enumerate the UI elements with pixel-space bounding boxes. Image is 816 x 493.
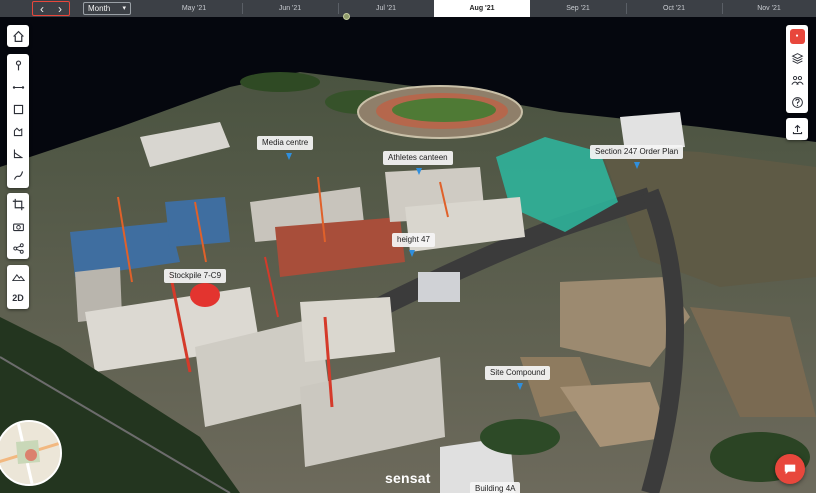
- label-site-compound[interactable]: Site Compound: [485, 366, 551, 380]
- terrain-icon[interactable]: [7, 265, 29, 287]
- period-select[interactable]: Month ▾: [83, 2, 131, 15]
- view-toolbar: 2D: [7, 265, 29, 309]
- label-building-4a[interactable]: Building 4A: [470, 482, 521, 493]
- timeline-nav: ‹ ›: [32, 1, 70, 16]
- camera-icon[interactable]: [7, 215, 29, 237]
- timeline-marker[interactable]: [343, 13, 350, 20]
- share-icon[interactable]: [7, 237, 29, 259]
- chevron-right-icon[interactable]: ›: [53, 3, 67, 15]
- pin-icon: [286, 153, 292, 160]
- view-mode-label: 2D: [12, 293, 24, 303]
- period-value: Month: [88, 4, 111, 13]
- label-media-centre[interactable]: Media centre: [257, 136, 314, 150]
- month-may[interactable]: May '21: [146, 0, 242, 17]
- home-toolbar: [7, 25, 29, 47]
- timeline-bar: ‹ › Month ▾ May '21 Jun '21 Jul '21 Aug …: [0, 0, 816, 17]
- month-aug[interactable]: Aug '21: [434, 0, 530, 17]
- pin-icon: [416, 168, 422, 175]
- chevron-left-icon[interactable]: ‹: [35, 3, 49, 15]
- month-nov[interactable]: Nov '21: [722, 0, 816, 17]
- view-mode-toggle[interactable]: 2D: [7, 287, 29, 309]
- chat-icon[interactable]: [775, 454, 805, 484]
- volume-icon[interactable]: [7, 120, 29, 142]
- sensat-logo: sensat: [385, 470, 431, 486]
- month-sep[interactable]: Sep '21: [530, 0, 626, 17]
- layers-icon[interactable]: [786, 47, 808, 69]
- path-icon[interactable]: [7, 164, 29, 186]
- month-jul[interactable]: Jul '21: [338, 0, 434, 17]
- label-athletes-canteen[interactable]: Athletes canteen: [383, 151, 453, 165]
- chevron-down-icon: ▾: [122, 5, 126, 12]
- crop-icon[interactable]: [7, 193, 29, 215]
- pin-icon[interactable]: [7, 54, 29, 76]
- pin-icon: [634, 162, 640, 169]
- map-3d-viewport[interactable]: [0, 17, 816, 493]
- month-oct[interactable]: Oct '21: [626, 0, 722, 17]
- pin-icon: [409, 250, 415, 257]
- label-stockpile[interactable]: Stockpile 7-C9: [164, 269, 227, 283]
- angle-icon[interactable]: [7, 142, 29, 164]
- measure-line-icon[interactable]: [7, 76, 29, 98]
- upload-toolbar: [786, 118, 808, 140]
- month-jun[interactable]: Jun '21: [242, 0, 338, 17]
- users-icon[interactable]: [786, 69, 808, 91]
- label-section-247[interactable]: Section 247 Order Plan: [590, 145, 684, 159]
- measure-toolbar: [7, 54, 29, 188]
- pin-icon: [517, 383, 523, 390]
- area-icon[interactable]: [7, 98, 29, 120]
- sensat-logo-icon[interactable]: ●: [786, 25, 808, 47]
- label-height-47[interactable]: height 47: [392, 233, 435, 247]
- help-icon[interactable]: [786, 91, 808, 113]
- capture-toolbar: [7, 193, 29, 259]
- upload-icon[interactable]: [786, 118, 808, 140]
- site-model: [0, 72, 816, 493]
- home-icon[interactable]: [7, 25, 29, 47]
- right-toolbar: ●: [786, 25, 808, 113]
